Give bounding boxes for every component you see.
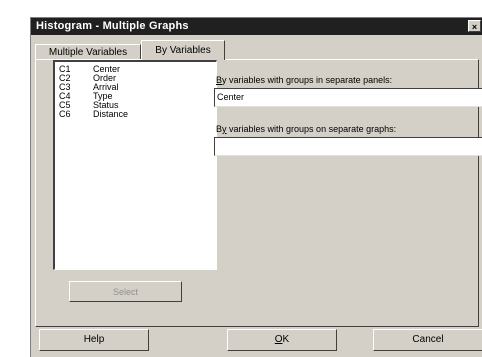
panels-variables-input[interactable]: Center <box>214 88 482 107</box>
variable-id: C6 <box>59 109 71 119</box>
graphs-variables-input[interactable] <box>214 137 482 156</box>
ok-label: K <box>282 334 290 345</box>
select-button[interactable]: Select <box>69 281 182 302</box>
variable-list[interactable]: C1 Center C2 Order C3 Arrival C4 Type C5… <box>53 60 217 270</box>
panels-field-label: By variables with groups in separate pan… <box>216 75 392 85</box>
tab-by-variables[interactable]: By Variables <box>141 40 225 60</box>
graphs-field-label: By variables with groups on separate gra… <box>216 124 396 134</box>
graphs-label-text: variables with groups on separate graphs… <box>226 124 397 134</box>
dialog-window: Histogram - Multiple Graphs × Multiple V… <box>30 17 482 357</box>
title-bar[interactable]: Histogram - Multiple Graphs × <box>31 18 482 35</box>
close-icon[interactable]: × <box>468 20 481 32</box>
tab-multiple-variables[interactable]: Multiple Variables <box>35 44 141 59</box>
ok-accel: O <box>274 334 283 345</box>
ok-button[interactable]: OK <box>227 329 337 351</box>
panels-label-text: y variables with groups in separate pane… <box>222 75 393 85</box>
help-button[interactable]: Help <box>39 329 149 351</box>
cancel-button[interactable]: Cancel <box>373 329 482 351</box>
window-title: Histogram - Multiple Graphs <box>36 20 189 32</box>
variable-name: Distance <box>93 109 129 119</box>
